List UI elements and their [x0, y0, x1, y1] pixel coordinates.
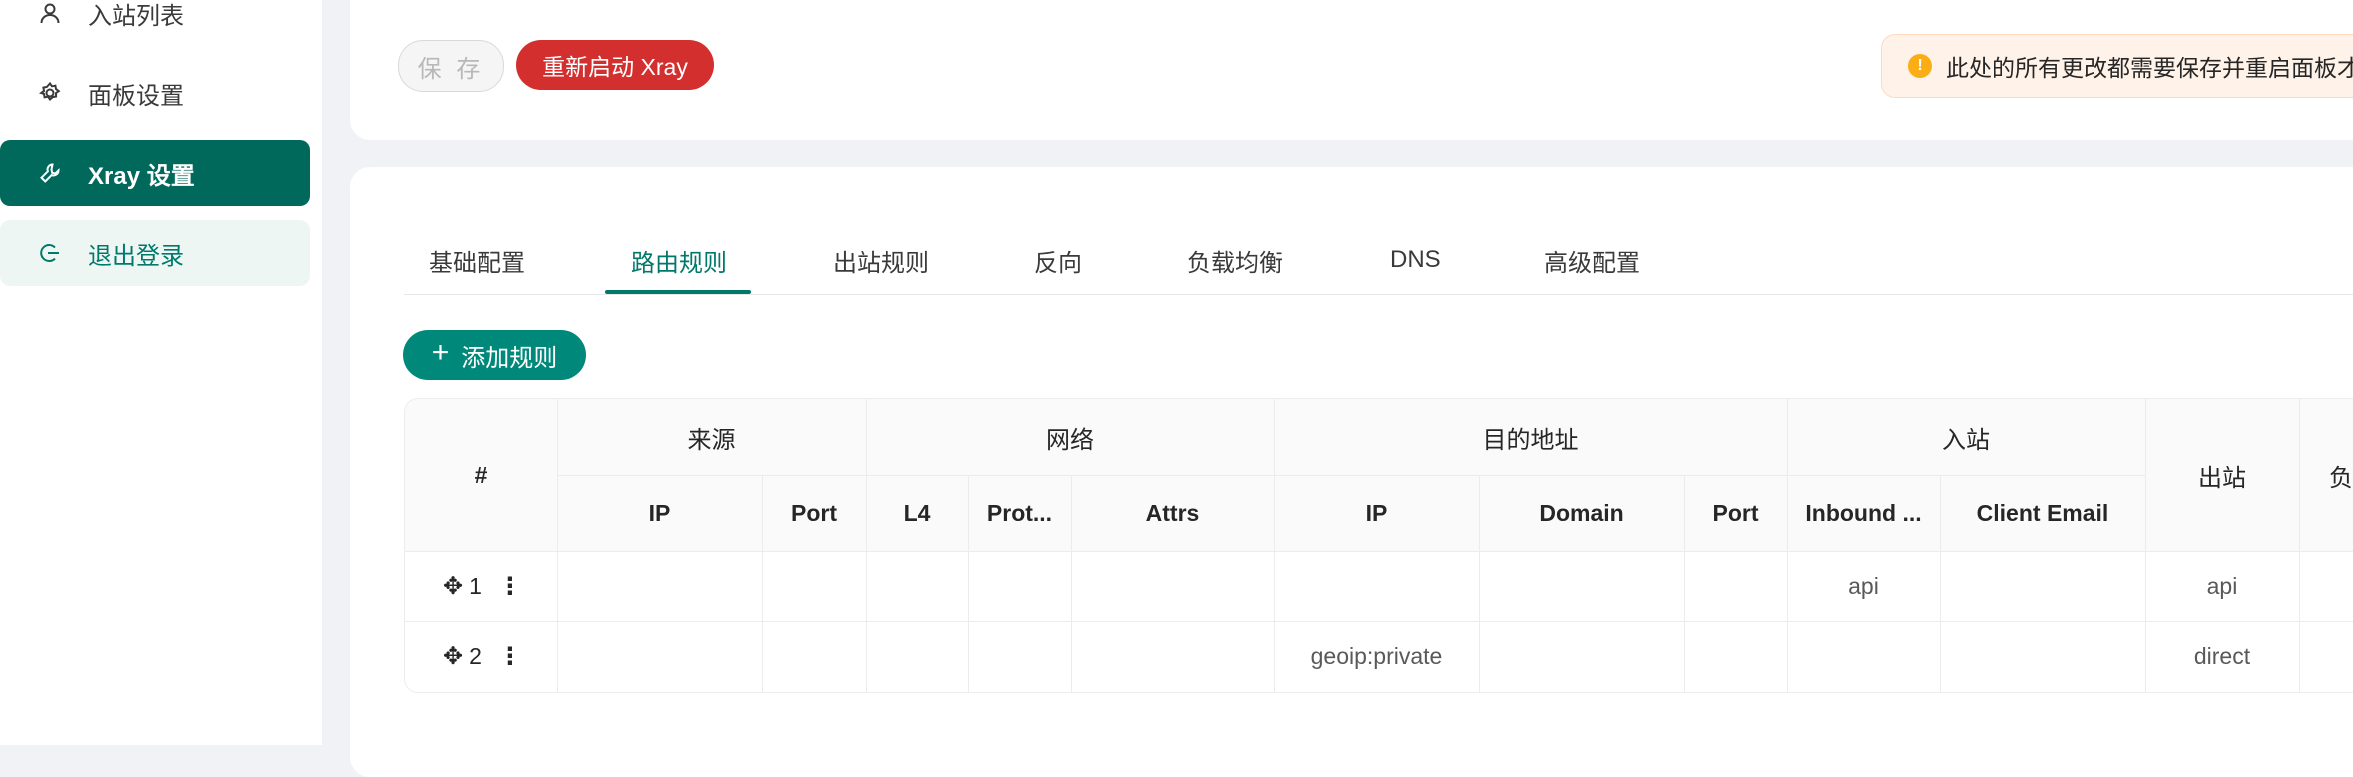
sidebar-item-logout[interactable]: 退出登录 [0, 220, 310, 286]
divider [968, 475, 969, 692]
header-group-destination: 目的地址 [1274, 399, 1787, 475]
more-vertical-icon[interactable]: ⋮ [498, 572, 522, 601]
header-index: # [405, 399, 557, 551]
divider [557, 475, 2145, 476]
table-row-2-controls: ✥ 2 ⋮ [443, 621, 522, 691]
header-dest-domain: Domain [1479, 475, 1684, 551]
cell-dest-ip: geoip:private [1274, 621, 1479, 691]
header-group-network: 网络 [866, 399, 1274, 475]
header-client-email: Client Email [1940, 475, 2145, 551]
alert-text: 此处的所有更改都需要保存并重启面板才能生效 [1946, 55, 2353, 81]
gear-icon [37, 80, 63, 106]
drag-handle-icon[interactable]: ✥ [443, 642, 463, 671]
divider [405, 551, 2353, 552]
header-attrs: Attrs [1071, 475, 1274, 551]
sidebar-item-xray-settings[interactable]: Xray 设置 [0, 140, 310, 206]
cell-outbound: api [2145, 551, 2299, 621]
divider [1684, 475, 1685, 692]
add-rule-button[interactable]: + 添加规则 [403, 330, 586, 380]
cell-inbound-tag: api [1787, 551, 1940, 621]
restart-xray-button[interactable]: 重新启动 Xray [516, 40, 714, 90]
divider [2145, 399, 2146, 692]
header-outbound: 出站 [2145, 399, 2299, 551]
sidebar-item-label: 入站列表 [88, 2, 184, 30]
sidebar-item-label: 退出登录 [88, 242, 184, 270]
add-rule-label: 添加规则 [461, 344, 558, 372]
divider [762, 475, 763, 692]
wrench-icon [37, 160, 63, 186]
logout-icon [37, 240, 63, 266]
divider [1940, 475, 1941, 692]
row-index: 2 [469, 642, 482, 669]
sidebar: 入站列表 面板设置 Xray 设置 退出登录 [0, 0, 322, 745]
plus-icon: + [431, 336, 450, 369]
row-index: 1 [469, 572, 482, 599]
divider [1787, 399, 1788, 692]
divider [557, 399, 558, 692]
header-source-port: Port [762, 475, 866, 551]
sidebar-item-panel-settings[interactable]: 面板设置 [0, 60, 310, 126]
tab-dns[interactable]: DNS [1390, 228, 1441, 292]
header-dest-ip: IP [1274, 475, 1479, 551]
header-balancer: 负 [2299, 399, 2353, 551]
exclamation-icon: ! [1908, 54, 1932, 78]
table-row-1-controls: ✥ 1 ⋮ [443, 551, 522, 621]
cell-outbound: direct [2145, 621, 2299, 691]
divider [2299, 399, 2300, 692]
tab-balancer[interactable]: 负载均衡 [1187, 228, 1283, 292]
header-protocol: Prot... [968, 475, 1071, 551]
divider [1071, 475, 1072, 692]
sidebar-item-label: Xray 设置 [88, 162, 195, 190]
sidebar-item-label: 面板设置 [88, 82, 184, 110]
more-vertical-icon[interactable]: ⋮ [498, 642, 522, 671]
warning-alert: ! 此处的所有更改都需要保存并重启面板才能生效 [1881, 34, 2353, 98]
drag-handle-icon[interactable]: ✥ [443, 572, 463, 601]
sidebar-item-inbounds[interactable]: 入站列表 [0, 0, 310, 46]
header-source-ip: IP [557, 475, 762, 551]
settings-tabs: 基础配置 路由规则 出站规则 反向 负载均衡 DNS 高级配置 [404, 228, 2353, 295]
divider [1274, 399, 1275, 692]
tab-reverse[interactable]: 反向 [1034, 228, 1082, 292]
tab-routing-rules[interactable]: 路由规则 [631, 228, 727, 292]
divider [405, 621, 2353, 622]
tab-basic[interactable]: 基础配置 [429, 228, 525, 292]
tab-advanced[interactable]: 高级配置 [1544, 228, 1640, 292]
active-tab-indicator [605, 290, 751, 294]
user-icon [37, 0, 63, 26]
divider [1479, 475, 1480, 692]
tab-outbound-rules[interactable]: 出站规则 [833, 228, 929, 292]
header-inbound-tag: Inbound ... [1787, 475, 1940, 551]
divider [866, 399, 867, 692]
save-button[interactable]: 保 存 [398, 40, 504, 92]
header-dest-port: Port [1684, 475, 1787, 551]
header-group-source: 来源 [557, 399, 866, 475]
routing-rules-table: # 来源 网络 目的地址 入站 出站 负 IP Port L4 Prot... … [404, 398, 2353, 693]
header-group-inbound: 入站 [1787, 399, 2145, 475]
header-l4: L4 [866, 475, 968, 551]
